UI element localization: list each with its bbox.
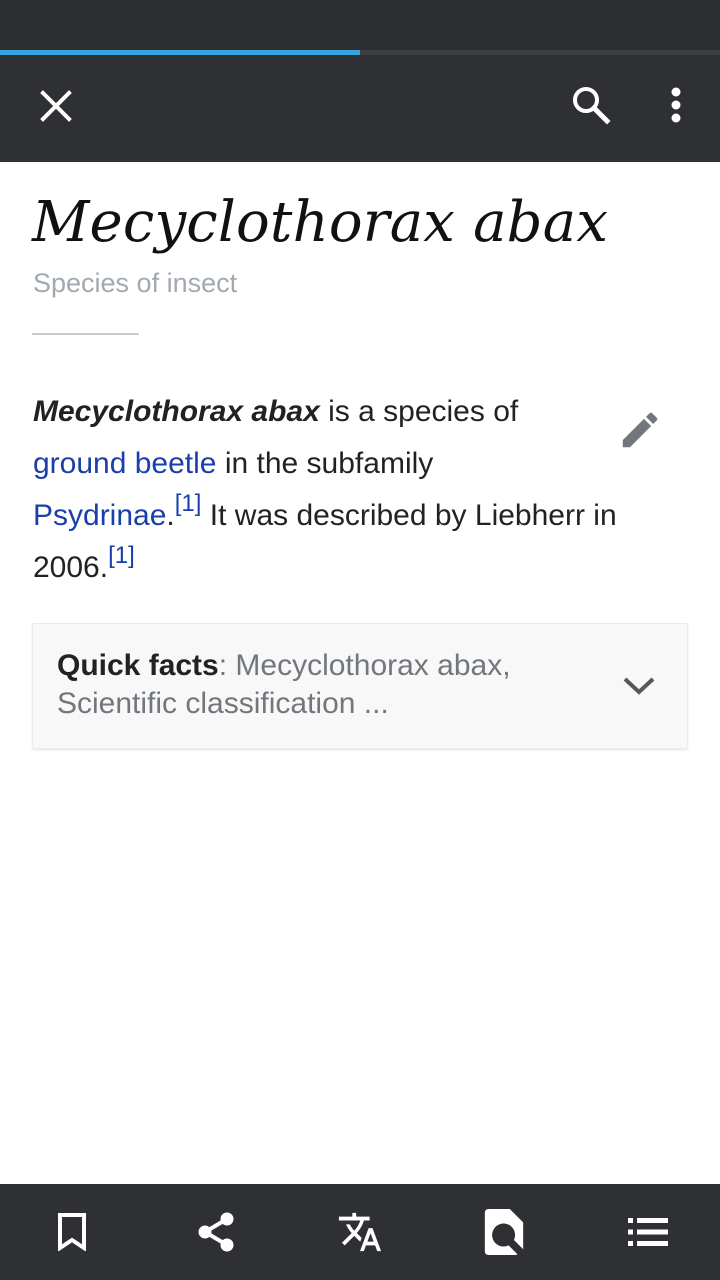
reference-link[interactable]: [1] xyxy=(175,490,202,517)
save-page-button[interactable] xyxy=(40,1200,104,1264)
share-button[interactable] xyxy=(184,1200,248,1264)
search-button[interactable] xyxy=(559,73,623,137)
chevron-down-icon xyxy=(623,677,655,695)
intro-text: is a species of xyxy=(319,395,519,428)
title-divider xyxy=(32,333,139,335)
share-icon xyxy=(198,1212,234,1252)
reference-link[interactable]: [1] xyxy=(108,542,135,569)
translate-icon xyxy=(338,1212,382,1252)
link-psydrinae[interactable]: Psydrinae xyxy=(33,499,166,532)
search-icon xyxy=(573,87,611,125)
intro-text: . xyxy=(166,499,175,532)
overflow-menu-button[interactable] xyxy=(644,73,708,137)
intro-paragraph: Mecyclothorax abax is a species of groun… xyxy=(33,386,673,594)
table-of-contents-button[interactable] xyxy=(616,1200,680,1264)
expand-quick-facts-button[interactable] xyxy=(617,664,661,708)
quick-facts-separator: : xyxy=(218,649,236,682)
bottom-action-bar xyxy=(0,1184,720,1280)
quick-facts-text: Quick facts: Mecyclothorax abax, Scienti… xyxy=(57,647,577,723)
close-icon xyxy=(40,90,72,122)
change-language-button[interactable] xyxy=(328,1200,392,1264)
quick-facts-label: Quick facts xyxy=(57,649,219,682)
quick-facts-card[interactable]: Quick facts: Mecyclothorax abax, Scienti… xyxy=(32,623,688,749)
status-bar xyxy=(0,0,720,50)
intro-text: in the subfamily xyxy=(216,447,434,480)
table-of-contents-icon xyxy=(628,1218,668,1246)
close-button[interactable] xyxy=(24,74,88,138)
intro-subject: Mecyclothorax abax xyxy=(33,395,320,428)
link-ground-beetle[interactable]: ground beetle xyxy=(33,447,217,480)
find-in-page-icon xyxy=(484,1209,524,1255)
find-in-page-button[interactable] xyxy=(472,1200,536,1264)
more-vert-icon xyxy=(671,87,681,123)
page-title: Mecyclothorax abax xyxy=(32,190,609,255)
article-content: Mecyclothorax abax Species of insect Mec… xyxy=(0,162,720,1184)
top-toolbar xyxy=(0,55,720,162)
page-description: Species of insect xyxy=(33,268,238,298)
bookmark-icon xyxy=(58,1213,86,1251)
